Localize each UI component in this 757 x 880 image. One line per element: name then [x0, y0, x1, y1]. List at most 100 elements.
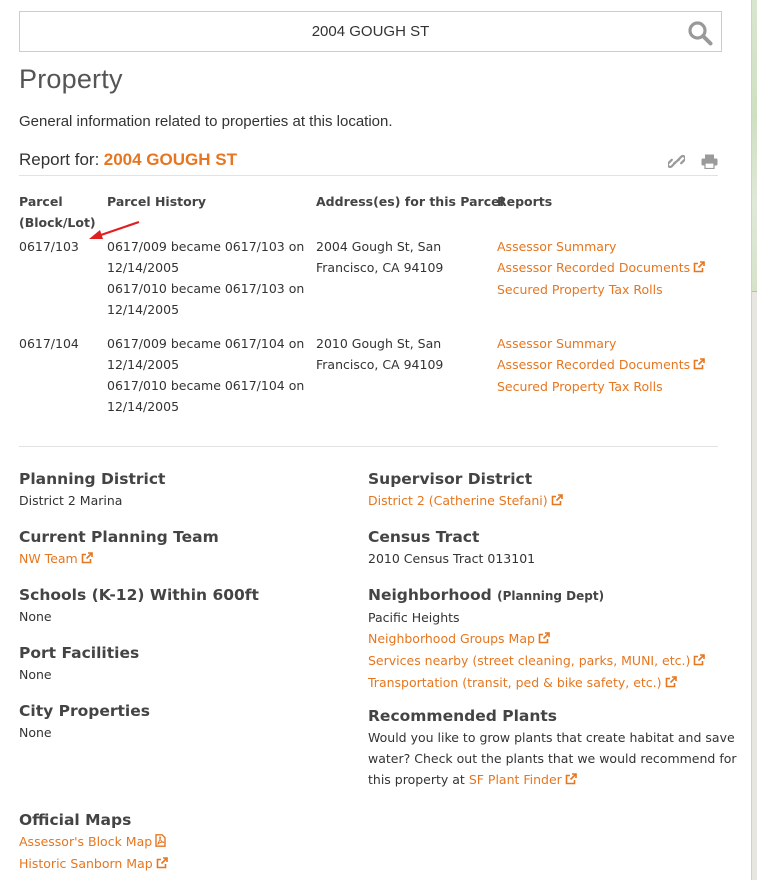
history-line: 12/14/2005	[107, 399, 180, 414]
history-line: 0617/010 became 0617/103 on	[107, 281, 305, 296]
city-properties-section: City Properties None	[19, 700, 150, 743]
print-icon[interactable]	[701, 154, 718, 174]
history-line: 0617/009 became 0617/103 on	[107, 239, 305, 254]
block-map-link[interactable]: Assessor's Block Map	[19, 834, 166, 849]
plants-text-line: Would you like to grow plants that creat…	[368, 730, 735, 745]
neighborhood-value: Pacific Heights	[368, 610, 460, 625]
official-maps-heading: Official Maps	[19, 811, 132, 829]
planning-team-section: Current Planning Team NW Team	[19, 526, 219, 570]
recommended-plants-heading: Recommended Plants	[368, 707, 558, 725]
page-title: Property	[19, 64, 123, 94]
city-properties-heading: City Properties	[19, 702, 150, 720]
search-icon[interactable]	[687, 20, 713, 46]
port-facilities-value: None	[19, 667, 52, 682]
link-label: Neighborhood Groups Map	[368, 631, 535, 646]
planning-district-value: District 2 Marina	[19, 493, 123, 508]
col-header-history: Parcel History	[107, 194, 207, 209]
secured-tax-rolls-link[interactable]: Secured Property Tax Rolls	[497, 282, 663, 297]
port-facilities-section: Port Facilities None	[19, 642, 139, 685]
sanborn-map-link[interactable]: Historic Sanborn Map	[19, 856, 168, 871]
assessor-summary-link[interactable]: Assessor Summary	[497, 239, 616, 254]
address-line: 2010 Gough St, San	[316, 336, 442, 351]
official-maps-section: Official Maps Assessor's Block Map Histo…	[19, 809, 168, 875]
parcel-history-row1: 0617/009 became 0617/103 on 12/14/2005 0…	[107, 236, 304, 320]
neighborhood-heading-sub: (Planning Dept)	[497, 589, 605, 603]
census-tract-heading: Census Tract	[368, 528, 480, 546]
parcel-address-row1: 2004 Gough St, San Francisco, CA 94109	[316, 236, 443, 278]
schools-section: Schools (K-12) Within 600ft None	[19, 584, 259, 627]
search-box[interactable]: 2004 GOUGH ST	[19, 11, 722, 52]
external-link-icon	[81, 549, 93, 570]
neighborhood-groups-map-link[interactable]: Neighborhood Groups Map	[368, 631, 550, 646]
link-label: NW Team	[19, 551, 78, 566]
address-line: 2004 Gough St, San	[316, 239, 442, 254]
col-header-parcel-line1: Parcel	[19, 194, 63, 209]
plants-text-line: this property at	[368, 772, 465, 787]
address-line: Francisco, CA 94109	[316, 357, 444, 372]
pdf-icon	[155, 832, 166, 853]
col-header-address: Address(es) for this Parcel	[316, 194, 504, 209]
secured-tax-rolls-link[interactable]: Secured Property Tax Rolls	[497, 379, 663, 394]
parcel-address-row2: 2010 Gough St, San Francisco, CA 94109	[316, 333, 443, 375]
link-label: Assessor's Block Map	[19, 834, 153, 849]
external-link-icon	[156, 854, 168, 875]
link-label: Transportation (transit, ped & bike safe…	[368, 675, 662, 690]
neighborhood-heading: Neighborhood (Planning Dept)	[368, 584, 705, 607]
link-label: SF Plant Finder	[468, 772, 562, 787]
report-address: 2004 GOUGH ST	[103, 150, 237, 169]
parcel-reports-row2: Assessor Summary Assessor Recorded Docum…	[497, 333, 705, 397]
link-icon[interactable]	[666, 154, 686, 174]
neighborhood-heading-text: Neighborhood	[368, 586, 492, 604]
parcel-reports-row1: Assessor Summary Assessor Recorded Docum…	[497, 236, 705, 300]
search-input[interactable]: 2004 GOUGH ST	[20, 12, 721, 51]
assessor-recorded-docs-link[interactable]: Assessor Recorded Documents	[497, 260, 705, 275]
history-line: 12/14/2005	[107, 302, 180, 317]
history-line: 12/14/2005	[107, 260, 180, 275]
assessor-recorded-docs-link[interactable]: Assessor Recorded Documents	[497, 357, 705, 372]
plants-text-line: water? Check out the plants that we woul…	[368, 751, 737, 766]
planning-team-heading: Current Planning Team	[19, 528, 219, 546]
col-header-parcel-line2: (Block/Lot)	[19, 215, 96, 230]
schools-value: None	[19, 609, 52, 624]
recommended-plants-section: Recommended Plants Would you like to gro…	[368, 705, 737, 791]
parcel-id-row1: 0617/103	[19, 239, 79, 254]
port-facilities-heading: Port Facilities	[19, 644, 140, 662]
census-tract-value: 2010 Census Tract 013101	[368, 551, 536, 566]
city-properties-value: None	[19, 725, 52, 740]
external-link-icon	[538, 629, 550, 650]
parcel-id-row2: 0617/104	[19, 336, 79, 351]
history-line: 12/14/2005	[107, 357, 180, 372]
external-link-icon	[693, 258, 705, 279]
col-header-parcel: Parcel (Block/Lot)	[19, 191, 96, 233]
planning-district-section: Planning District District 2 Marina	[19, 468, 165, 511]
map-tiles[interactable]	[752, 0, 757, 292]
address-line: Francisco, CA 94109	[316, 260, 444, 275]
section-divider	[19, 446, 718, 447]
services-nearby-link[interactable]: Services nearby (street cleaning, parks,…	[368, 653, 706, 668]
link-label: District 2 (Catherine Stefani)	[368, 493, 548, 508]
link-label: Historic Sanborn Map	[19, 856, 153, 871]
parcel-history-row2: 0617/009 became 0617/104 on 12/14/2005 0…	[107, 333, 304, 417]
transportation-link[interactable]: Transportation (transit, ped & bike safe…	[368, 675, 677, 690]
supervisor-district-link[interactable]: District 2 (Catherine Stefani)	[368, 493, 563, 508]
planning-district-heading: Planning District	[19, 470, 166, 488]
history-line: 0617/010 became 0617/104 on	[107, 378, 305, 393]
assessor-summary-link[interactable]: Assessor Summary	[497, 336, 616, 351]
supervisor-district-heading: Supervisor District	[368, 470, 533, 488]
map-panel-edge[interactable]	[751, 0, 757, 880]
sf-plant-finder-link[interactable]: SF Plant Finder	[469, 772, 577, 787]
external-link-icon	[565, 770, 577, 791]
external-link-icon	[693, 651, 706, 672]
nw-team-link[interactable]: NW Team	[19, 551, 93, 566]
report-label: Report for:	[19, 150, 100, 169]
col-header-reports: Reports	[497, 194, 553, 209]
supervisor-district-section: Supervisor District District 2 (Catherin…	[368, 468, 563, 512]
external-link-icon	[665, 673, 677, 694]
page-intro: General information related to propertie…	[19, 113, 393, 130]
external-link-icon	[693, 355, 705, 376]
link-label: Assessor Recorded Documents	[497, 260, 691, 275]
external-link-icon	[551, 491, 563, 512]
neighborhood-section: Neighborhood (Planning Dept) Pacific Hei…	[368, 584, 706, 694]
link-label: Assessor Recorded Documents	[497, 357, 691, 372]
report-header: Report for: 2004 GOUGH ST	[19, 150, 718, 176]
